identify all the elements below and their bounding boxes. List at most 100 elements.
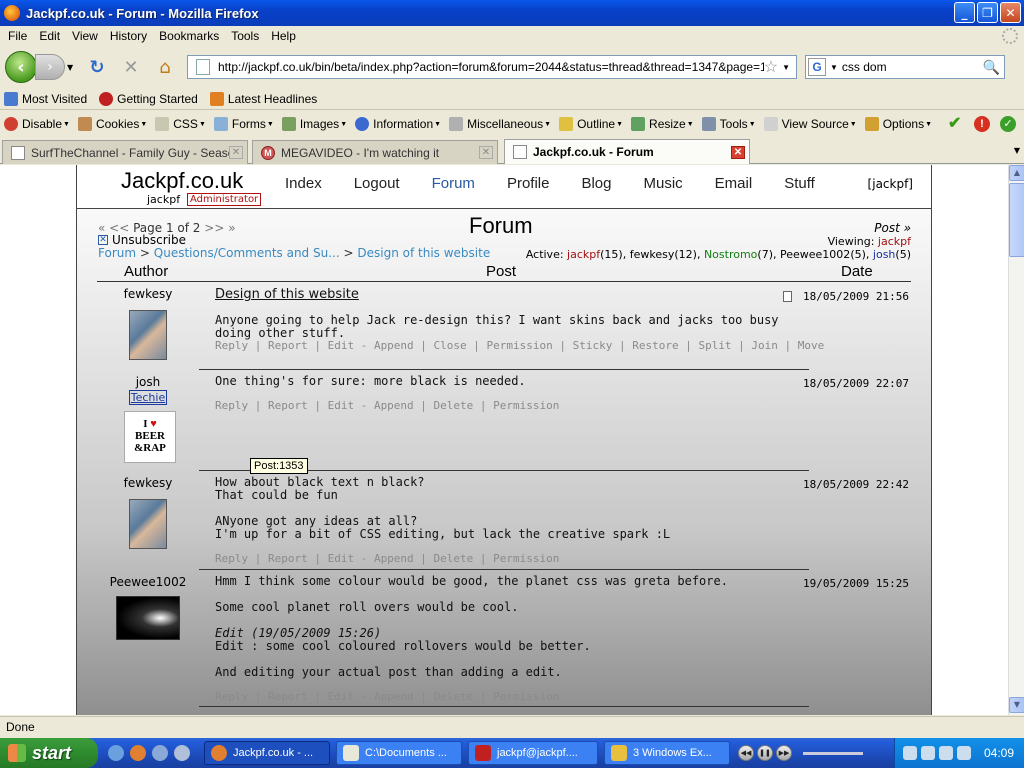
tray-icon[interactable] bbox=[957, 746, 971, 760]
viewing-user[interactable]: jackpf bbox=[878, 235, 911, 248]
pause-icon[interactable]: ❚❚ bbox=[757, 745, 773, 761]
url-dropdown-icon[interactable]: ▼ bbox=[782, 63, 790, 72]
author-name[interactable]: Peewee1002 bbox=[97, 575, 199, 589]
post-actions[interactable]: Reply | Report | Edit - Append | Delete … bbox=[215, 552, 559, 565]
stop-icon[interactable]: ✕ bbox=[117, 53, 145, 81]
dev-tools[interactable]: Tools ▼ bbox=[701, 117, 756, 131]
dev-cookies[interactable]: Cookies ▼ bbox=[77, 117, 147, 131]
rank-badge[interactable]: Techie bbox=[128, 390, 168, 405]
task-filezilla[interactable]: jackpf@jackpf.... bbox=[468, 741, 598, 765]
search-go-icon[interactable]: 🔍 bbox=[983, 59, 1000, 76]
search-engine-dropdown-icon[interactable]: ▼ bbox=[830, 63, 838, 72]
new-post-link[interactable]: Post » bbox=[874, 221, 911, 235]
breadcrumb-category[interactable]: Questions/Comments and Su... bbox=[154, 246, 340, 260]
nav-email[interactable]: Email bbox=[715, 175, 753, 192]
active-user[interactable]: josh bbox=[873, 248, 896, 261]
bookmark-star-icon[interactable]: ☆ bbox=[764, 57, 778, 77]
tray-icon[interactable] bbox=[903, 746, 917, 760]
dev-options[interactable]: Options ▼ bbox=[864, 117, 932, 131]
search-bar[interactable]: G ▼ css dom 🔍 bbox=[805, 55, 1005, 79]
nav-music[interactable]: Music bbox=[644, 175, 683, 192]
search-input[interactable]: css dom bbox=[842, 60, 983, 74]
active-user[interactable]: fewkesy bbox=[630, 248, 675, 261]
task-notepad[interactable]: C:\Documents ... bbox=[336, 741, 462, 765]
dev-forms[interactable]: Forms ▼ bbox=[213, 117, 274, 131]
bookmark-latest-headlines[interactable]: Latest Headlines bbox=[209, 91, 317, 106]
nav-stuff[interactable]: Stuff bbox=[784, 175, 815, 192]
home-icon[interactable]: ⌂ bbox=[151, 53, 179, 81]
unsubscribe-link[interactable]: ✕ Unsubscribe bbox=[98, 233, 186, 247]
tray-icon[interactable] bbox=[939, 746, 953, 760]
nav-forum[interactable]: Forum bbox=[432, 175, 475, 192]
quicklaunch-desktop-icon[interactable] bbox=[174, 745, 190, 761]
dev-css[interactable]: CSS ▼ bbox=[155, 117, 206, 131]
tab-jackpf-forum[interactable]: Jackpf.co.uk - Forum ✕ bbox=[504, 139, 750, 164]
pagination-next[interactable]: >> » bbox=[204, 221, 235, 235]
scroll-up-button[interactable]: ▲ bbox=[1009, 165, 1024, 181]
tray-icon[interactable] bbox=[921, 746, 935, 760]
active-user[interactable]: Peewee1002 bbox=[780, 248, 850, 261]
menu-edit[interactable]: Edit bbox=[33, 29, 66, 43]
post-subject[interactable]: Design of this website bbox=[215, 287, 795, 302]
list-all-tabs-icon[interactable]: ▼ bbox=[1014, 146, 1020, 155]
quicklaunch-app-icon[interactable] bbox=[152, 745, 168, 761]
dev-resize[interactable]: Resize ▼ bbox=[631, 117, 694, 131]
history-dropdown-icon[interactable]: ▼ bbox=[67, 63, 77, 72]
post-actions[interactable]: Reply | Report | Edit - Append | Delete … bbox=[215, 399, 559, 412]
start-button[interactable]: start bbox=[0, 738, 98, 768]
tab-close-icon[interactable]: ✕ bbox=[731, 145, 745, 159]
next-track-icon[interactable]: ▶▶ bbox=[776, 745, 792, 761]
tab-close-icon[interactable]: ✕ bbox=[229, 146, 243, 159]
site-logo[interactable]: Jackpf.co.uk bbox=[121, 168, 243, 194]
quicklaunch-ie-icon[interactable] bbox=[108, 745, 124, 761]
scroll-thumb[interactable] bbox=[1009, 183, 1024, 257]
validation-ok-icon[interactable]: ✓ bbox=[1000, 116, 1016, 132]
error-icon[interactable]: ! bbox=[974, 116, 990, 132]
menu-history[interactable]: History bbox=[104, 29, 153, 43]
menu-file[interactable]: File bbox=[2, 29, 33, 43]
reload-icon[interactable]: ↻ bbox=[83, 53, 111, 81]
tab-close-icon[interactable]: ✕ bbox=[479, 146, 493, 159]
active-user[interactable]: Nostromo bbox=[704, 248, 757, 261]
dev-view-source[interactable]: View Source ▼ bbox=[763, 117, 857, 131]
volume-slider[interactable] bbox=[803, 751, 863, 755]
back-button[interactable]: ‹ bbox=[5, 51, 37, 83]
document-icon[interactable] bbox=[783, 291, 792, 302]
author-name[interactable]: fewkesy bbox=[97, 476, 199, 490]
header-user-link[interactable]: [jackpf] bbox=[868, 177, 913, 191]
dev-miscellaneous[interactable]: Miscellaneous ▼ bbox=[449, 117, 551, 131]
url-text[interactable]: http://jackpf.co.uk/bin/beta/index.php?a… bbox=[218, 60, 764, 74]
author-name[interactable]: josh bbox=[97, 375, 199, 389]
nav-profile[interactable]: Profile bbox=[507, 175, 550, 192]
menu-view[interactable]: View bbox=[66, 29, 104, 43]
dev-images[interactable]: Images ▼ bbox=[281, 117, 347, 131]
nav-index[interactable]: Index bbox=[285, 175, 322, 192]
minimize-button[interactable]: _ bbox=[954, 2, 975, 23]
url-bar[interactable]: http://jackpf.co.uk/bin/beta/index.php?a… bbox=[187, 55, 797, 79]
dev-outline[interactable]: Outline ▼ bbox=[559, 117, 623, 131]
post-actions[interactable]: Reply | Report | Edit - Append | Delete … bbox=[215, 690, 559, 703]
task-firefox[interactable]: Jackpf.co.uk - ... bbox=[204, 741, 330, 765]
close-window-button[interactable]: ✕ bbox=[1000, 2, 1021, 23]
nav-blog[interactable]: Blog bbox=[581, 175, 611, 192]
restore-button[interactable]: ❐ bbox=[977, 2, 998, 23]
previous-track-icon[interactable]: ◀◀ bbox=[738, 745, 754, 761]
menu-help[interactable]: Help bbox=[265, 29, 302, 43]
dev-information[interactable]: Information ▼ bbox=[355, 117, 441, 131]
dev-disable[interactable]: Disable ▼ bbox=[4, 117, 70, 131]
scroll-down-button[interactable]: ▼ bbox=[1009, 697, 1024, 713]
menu-bookmarks[interactable]: Bookmarks bbox=[153, 29, 225, 43]
breadcrumb-forum[interactable]: Forum bbox=[98, 246, 136, 260]
nav-logout[interactable]: Logout bbox=[354, 175, 400, 192]
menu-tools[interactable]: Tools bbox=[225, 29, 265, 43]
breadcrumb-thread[interactable]: Design of this website bbox=[357, 246, 490, 260]
tab-surfthechannel[interactable]: SurfTheChannel - Family Guy - Season ...… bbox=[2, 140, 248, 164]
author-name[interactable]: fewkesy bbox=[97, 287, 199, 301]
forward-button[interactable]: › bbox=[35, 54, 65, 80]
quicklaunch-firefox-icon[interactable] bbox=[130, 745, 146, 761]
post-actions[interactable]: Reply | Report | Edit - Append | Close |… bbox=[215, 339, 824, 352]
bookmark-most-visited[interactable]: Most Visited bbox=[4, 91, 87, 106]
header-username[interactable]: jackpf bbox=[147, 193, 180, 206]
vertical-scrollbar[interactable]: ▲ ▼ bbox=[1008, 165, 1024, 715]
check-icon[interactable]: ✔ bbox=[948, 116, 964, 132]
